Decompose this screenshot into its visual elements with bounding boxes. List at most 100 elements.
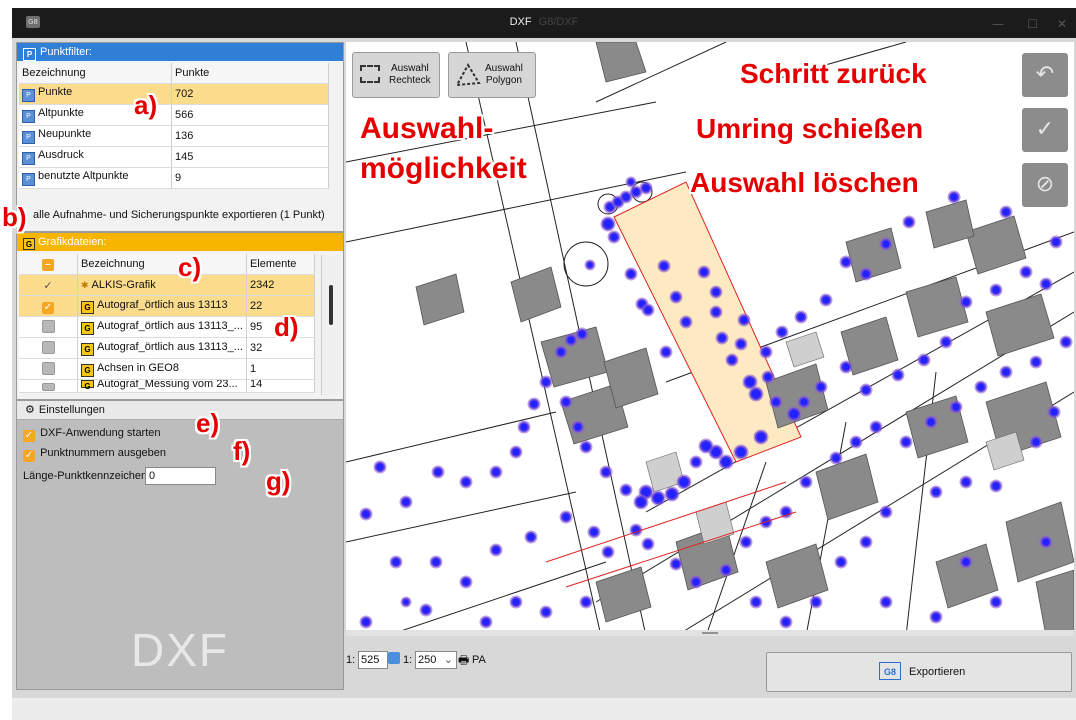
annotation-d: d) — [274, 312, 299, 342]
point-icon: P — [22, 152, 35, 165]
col-bezeichnung[interactable]: Bezeichnung — [19, 63, 172, 84]
window-subtitle: G8/DXF — [538, 16, 579, 28]
scale-prefix: 1: — [346, 654, 356, 666]
table-row[interactable]: ✓ ✱ ALKIS-Grafik 2342 — [19, 274, 316, 296]
row-checkbox[interactable] — [41, 341, 55, 354]
dxf-logo: DXF — [131, 624, 229, 676]
einstellungen-panel: ⚙ Einstellungen ✓ DXF-Anwendung starten ✓… — [16, 400, 344, 690]
point-icon: P — [22, 89, 35, 102]
status-bar — [12, 698, 1076, 720]
annotation-auswahl-loeschen: Auswahl löschen — [690, 167, 919, 198]
table-row[interactable]: P Punkte 702 — [19, 83, 329, 105]
select-all-checkbox[interactable]: − — [42, 259, 54, 271]
table-row[interactable]: Pbenutzte Altpunkte 9 — [19, 167, 329, 189]
select-rect-label-2: Rechteck — [389, 75, 431, 86]
grafik-scrollbar[interactable] — [321, 255, 340, 395]
export-all-checkbox-label[interactable]: alle Aufnahme- und Sicherungspunkte expo… — [33, 209, 325, 221]
annotation-a: a) — [134, 90, 158, 120]
polygon-select-icon — [455, 63, 481, 87]
title-bar: G8 DXF G8/DXF — ☐ ✕ — [12, 8, 1076, 38]
row-checkbox[interactable] — [41, 320, 55, 333]
grafik-icon: G — [81, 300, 94, 314]
export-label: Exportieren — [909, 666, 966, 678]
maximize-icon[interactable]: ☐ — [1027, 17, 1038, 31]
row-checkbox[interactable] — [41, 383, 55, 391]
annotation-e: e) — [196, 408, 220, 438]
grafik-icon: G — [81, 342, 94, 356]
row-checkbox[interactable] — [41, 362, 55, 375]
select-rectangle-button[interactable]: Auswahl Rechteck — [352, 52, 440, 98]
table-row[interactable]: P Ausdruck 145 — [19, 146, 329, 168]
punktfilter-table: Bezeichnung Punkte P Punkte 702 P Altpunkt… — [19, 63, 329, 189]
pa-label: PA — [472, 654, 486, 666]
length-label: Länge-Punktkennzeichen: — [23, 470, 151, 482]
table-row[interactable]: G Achsen in GEO8 1 — [19, 358, 316, 380]
scale-select[interactable]: 250 ⌄ — [415, 651, 457, 669]
grafik-icon: G — [81, 380, 94, 391]
rectangle-select-icon — [360, 65, 380, 83]
point-icon: P — [22, 173, 35, 186]
select-polygon-button[interactable]: Auswahl Polygon — [448, 52, 536, 98]
annotation-auswahl-2: möglichkeit — [360, 152, 527, 185]
export-button[interactable]: G8 Exportieren — [766, 652, 1072, 692]
einstellungen-header: ⚙ Einstellungen — [17, 401, 343, 420]
table-row[interactable]: G Autograf_örtlich aus 13113_... 95 — [19, 316, 316, 338]
left-pane: P Punktfilter: Bezeichnung Punkte P Punkte… — [16, 42, 344, 690]
printer-icon[interactable]: 🖶 — [458, 651, 469, 672]
punktfilter-icon: P — [23, 48, 36, 61]
annotation-c: c) — [178, 252, 202, 282]
close-icon[interactable]: ✕ — [1057, 17, 1067, 31]
length-input[interactable]: 0 — [145, 467, 216, 485]
export-icon: G8 — [879, 662, 901, 680]
punktfilter-panel: P Punktfilter: Bezeichnung Punkte P Punkte… — [16, 42, 344, 232]
confirm-ring-button[interactable]: ✓ — [1022, 108, 1068, 152]
grafik-icon: G — [23, 238, 35, 250]
monitor-icon — [388, 652, 400, 664]
undo-icon: ↶ — [1035, 62, 1055, 87]
clear-selection-button[interactable]: ⊘ — [1022, 163, 1068, 207]
opt-dxf-label: DXF-Anwendung starten — [40, 427, 161, 439]
chevron-down-icon: ⌄ — [443, 654, 453, 666]
annotation-f: f) — [233, 436, 251, 466]
col-bezeichnung[interactable]: Bezeichnung — [77, 254, 247, 275]
gears-icon: ⚙ — [25, 403, 35, 416]
table-row[interactable]: ✓ G Autograf_örtlich aus 13113 22 — [19, 295, 316, 317]
opt-nums-label: Punktnummern ausgeben — [40, 447, 167, 459]
annotation-schritt-zurueck: Schritt zurück — [740, 58, 927, 89]
window-title: DXF G8/DXF — [509, 16, 579, 28]
grafik-table: − Bezeichnung Elemente ✓ ✱ ALKIS-Grafik 2… — [19, 254, 316, 393]
check-icon: ✓ — [1035, 117, 1055, 142]
col-punkte[interactable]: Punkte — [171, 63, 329, 84]
grafik-icon: G — [81, 363, 94, 377]
table-row[interactable]: G Autograf_örtlich aus 13113_... 32 — [19, 337, 316, 359]
table-row[interactable]: P Altpunkte 566 — [19, 104, 329, 126]
clear-icon: ⊘ — [1035, 172, 1055, 197]
scale2-prefix: 1: — [403, 654, 413, 666]
opt-punktnummern[interactable]: ✓ Punktnummern ausgeben — [23, 447, 166, 462]
undo-button[interactable]: ↶ — [1022, 53, 1068, 97]
select-poly-label-1: Auswahl — [485, 63, 523, 74]
annotation-b: b) — [2, 202, 27, 232]
select-poly-label-2: Polygon — [485, 75, 522, 86]
table-row[interactable]: G Autograf_Messung vom 23... 14 — [19, 379, 316, 393]
bottom-bar: 1: 525 1: 250 ⌄ 🖶 PA G8 Exportieren — [346, 642, 1074, 692]
grafik-icon: G — [81, 321, 94, 335]
point-icon: P — [22, 110, 35, 123]
scrollbar-thumb[interactable] — [329, 285, 333, 325]
alkis-icon: ✱ — [81, 280, 89, 290]
grafikdateien-header: G Grafikdateien: — [17, 233, 343, 251]
annotation-auswahl-1: Auswahl- — [360, 112, 494, 145]
select-rect-label-1: Auswahl — [390, 63, 429, 74]
punktfilter-header: P Punktfilter: — [17, 43, 343, 61]
minimize-icon[interactable]: — — [992, 17, 1004, 31]
opt-dxf-checkbox[interactable]: ✓ — [23, 430, 35, 442]
row-checkbox[interactable]: ✓ — [42, 301, 54, 314]
annotation-g: g) — [266, 466, 291, 496]
row-check-icon[interactable]: ✓ — [19, 274, 78, 296]
opt-dxf-start[interactable]: ✓ DXF-Anwendung starten — [23, 427, 161, 442]
scale-input[interactable]: 525 — [358, 651, 388, 669]
opt-nums-checkbox[interactable]: ✓ — [23, 450, 35, 462]
col-elemente[interactable]: Elemente — [246, 254, 316, 275]
table-row[interactable]: P Neupunkte 136 — [19, 125, 329, 147]
annotation-umring: Umring schießen — [696, 113, 924, 144]
